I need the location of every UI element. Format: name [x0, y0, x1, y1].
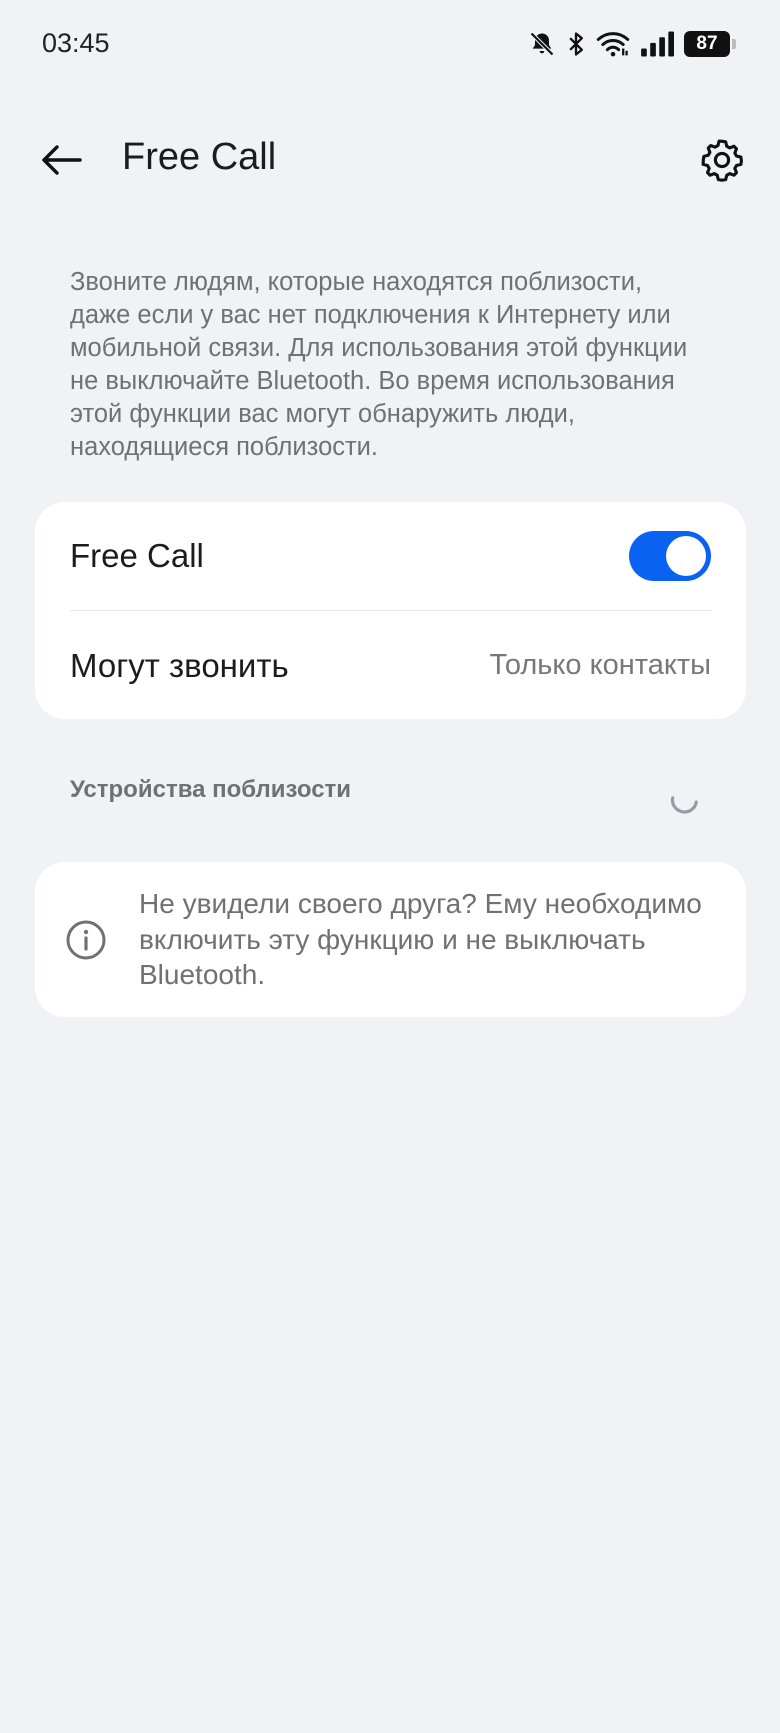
toggle-knob	[666, 536, 706, 576]
info-card: Не увидели своего друга? Ему необходимо …	[35, 862, 746, 1017]
who-can-call-label: Могут звонить	[70, 646, 289, 684]
back-button[interactable]	[36, 138, 86, 182]
status-time: 03:45	[42, 28, 110, 58]
arrow-left-icon	[42, 145, 82, 175]
who-can-call-row[interactable]: Могут звонить Только контакты	[70, 612, 711, 719]
info-icon	[66, 920, 106, 960]
feature-description: Звоните людям, которые находятся поблизо…	[70, 268, 688, 461]
status-icons: 87	[528, 26, 736, 62]
who-can-call-value: Только контакты	[489, 649, 711, 681]
divider	[70, 610, 711, 611]
bell-off-icon	[528, 30, 556, 58]
nearby-devices-header: Устройства поблизости	[70, 776, 352, 803]
free-call-label: Free Call	[70, 537, 204, 574]
page-title: Free Call	[122, 136, 277, 178]
header: Free Call	[0, 120, 780, 200]
free-call-toggle-row[interactable]: Free Call	[70, 502, 711, 610]
bluetooth-icon	[566, 30, 586, 58]
status-bar: 03:45 87	[0, 0, 780, 90]
loading-spinner-icon	[670, 796, 698, 814]
battery-indicator: 87	[684, 31, 736, 57]
gear-icon	[701, 139, 743, 182]
free-call-toggle[interactable]	[629, 531, 711, 581]
settings-button[interactable]	[698, 136, 746, 184]
settings-card: Free Call Могут звонить Только контакты	[35, 502, 746, 719]
info-text: Не увидели своего друга? Ему необходимо …	[139, 888, 702, 990]
signal-icon	[640, 30, 674, 58]
wifi-icon	[596, 30, 630, 58]
